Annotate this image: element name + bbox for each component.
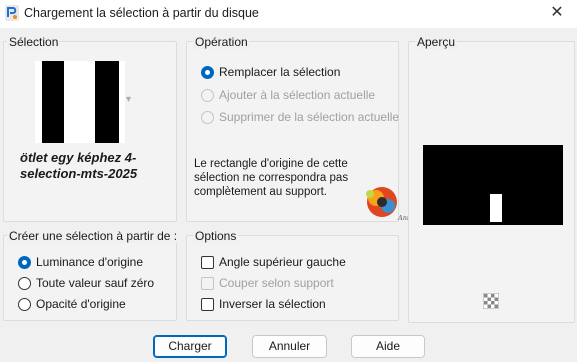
checker-icon[interactable] [483, 293, 499, 309]
radio-label: Opacité d'origine [36, 297, 126, 311]
radio-add-to-selection[interactable]: Ajouter à la sélection actuelle [201, 88, 375, 102]
checkbox-label: Inverser la sélection [219, 297, 326, 311]
title-bar: Chargement la sélection à partir du disq… [0, 0, 577, 28]
window-title: Chargement la sélection à partir du disq… [24, 6, 259, 20]
check-crop-to-canvas[interactable]: Couper selon support [201, 276, 334, 290]
operation-message-line3: complètement au support. [194, 186, 327, 198]
thumbnail-caption-line2: selection-mts-2025 [20, 166, 138, 181]
checkbox[interactable] [201, 276, 214, 290]
radio-label: Ajouter à la sélection actuelle [219, 88, 376, 102]
radio-label: Remplacer la sélection [219, 65, 341, 79]
thumbnail-white-bar-middle [64, 61, 95, 143]
preview-panel-title: Aperçu [415, 35, 458, 49]
source-panel-title: Créer une sélection à partir de : [7, 229, 180, 243]
thumbnail-white-bar-left [35, 61, 42, 143]
check-invert-selection[interactable]: Inverser la sélection [201, 297, 326, 311]
checkbox[interactable] [201, 297, 214, 311]
paintshop-icon [5, 5, 19, 21]
close-icon[interactable]: ✕ [545, 2, 569, 24]
operation-message-line2: sélection ne correspondra pas [194, 172, 349, 184]
cancel-button[interactable]: Annuler [252, 335, 327, 358]
load-button[interactable]: Charger [153, 335, 227, 358]
thumbnail-dropdown-icon[interactable]: ▾ [126, 94, 131, 105]
selection-panel-title: Sélection [7, 35, 61, 49]
radio-label: Luminance d'origine [36, 255, 144, 269]
radio-remove-from-selection[interactable]: Supprimer de la sélection actuelle [201, 110, 399, 124]
operation-message-line1: Le rectangle d'origine de cette [194, 158, 348, 170]
radio-button[interactable] [18, 276, 31, 290]
checkbox[interactable] [201, 255, 214, 269]
radio-replace-selection[interactable]: Remplacer la sélection [201, 65, 340, 79]
radio-opacity[interactable]: Opacité d'origine [18, 297, 126, 311]
radio-label: Supprimer de la sélection actuelle [219, 110, 400, 124]
radio-button[interactable] [18, 255, 31, 269]
radio-button[interactable] [201, 88, 214, 102]
thumbnail-caption-line1: ötlet egy képhez 4- [20, 150, 137, 165]
checkbox-label: Angle supérieur gauche [219, 255, 346, 269]
check-top-left-corner[interactable]: Angle supérieur gauche [201, 255, 346, 269]
thumbnail-white-bar-right [119, 61, 125, 143]
radio-luminance[interactable]: Luminance d'origine [18, 255, 143, 269]
radio-button[interactable] [201, 65, 214, 79]
radio-button[interactable] [201, 110, 214, 124]
operation-panel-title: Opération [193, 35, 250, 49]
radio-button[interactable] [18, 297, 31, 311]
options-panel-title: Options [193, 229, 239, 243]
radio-nonzero[interactable]: Toute valeur sauf zéro [18, 276, 154, 290]
radio-label: Toute valeur sauf zéro [36, 276, 155, 290]
help-button[interactable]: Aide [351, 335, 425, 358]
checkbox-label: Couper selon support [219, 276, 334, 290]
selection-thumbnail[interactable] [35, 61, 125, 143]
preview-canvas [423, 145, 563, 225]
preview-selection-mark [490, 194, 502, 222]
